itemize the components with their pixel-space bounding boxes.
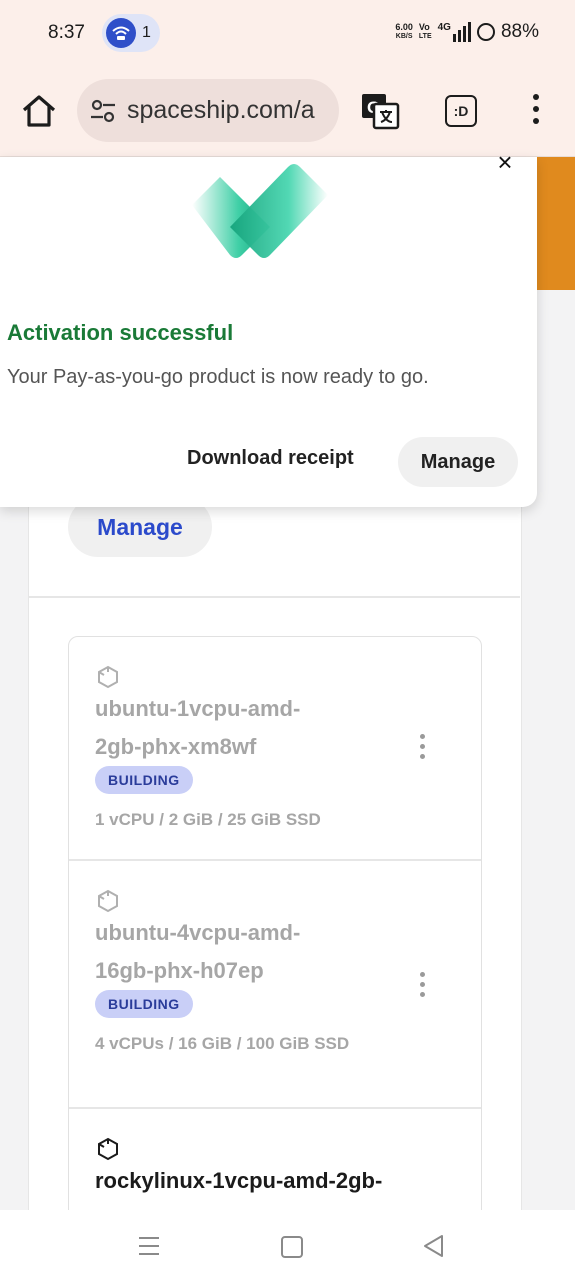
- volte-bottom: LTE: [418, 33, 432, 40]
- battery-icon: [476, 23, 495, 41]
- server-options-button[interactable]: [418, 734, 426, 764]
- kebab-dot-icon: [419, 972, 425, 977]
- url-text: spaceship.com/a: [127, 96, 315, 124]
- hotspot-icon: [106, 18, 136, 48]
- hotspot-indicator[interactable]: 1: [102, 14, 160, 52]
- server-specs: 4 vCPUs / 16 GiB / 100 GiB SSD: [95, 1034, 350, 1053]
- server-card[interactable]: ubuntu-1vcpu-amd- 2gb-phx-xm8wf BUILDING…: [69, 637, 481, 861]
- home-icon: [22, 95, 56, 127]
- net-speed-value: 6.00: [395, 22, 413, 32]
- checkmark-logo-icon: [192, 164, 328, 258]
- divider: [28, 596, 520, 598]
- popup-manage-button[interactable]: Manage: [398, 437, 518, 487]
- translate-icon: G: [362, 94, 400, 130]
- status-bar: 8:37 1 6.00 KB/S Vo LTE 4G 88%: [0, 0, 575, 66]
- browser-toolbar: spaceship.com/a G :D: [0, 66, 575, 157]
- kebab-dot-icon: [419, 992, 425, 997]
- translate-button[interactable]: G: [360, 92, 400, 130]
- extension-button[interactable]: :D: [445, 95, 477, 127]
- server-name-line2: 16gb-phx-h07ep: [95, 958, 264, 983]
- close-icon[interactable]: ×: [494, 149, 516, 175]
- menu-dot-icon: [533, 94, 539, 100]
- server-name[interactable]: ubuntu-4vcpu-amd- 16gb-phx-h07ep: [95, 914, 395, 990]
- server-cube-icon: [98, 1137, 118, 1161]
- net-speed-unit: KB/S: [395, 33, 413, 40]
- kebab-dot-icon: [419, 744, 425, 749]
- server-card[interactable]: rockylinux-1vcpu-amd-2gb-: [69, 1109, 481, 1210]
- server-name-line1: ubuntu-1vcpu-amd-: [95, 696, 301, 721]
- network-type: 4G: [437, 22, 451, 33]
- address-bar[interactable]: spaceship.com/a: [77, 79, 339, 142]
- status-time: 8:37: [48, 22, 85, 43]
- hotspot-count: 1: [142, 24, 151, 41]
- volte-top: Vo: [418, 22, 430, 32]
- server-card[interactable]: ubuntu-4vcpu-amd- 16gb-phx-h07ep BUILDIN…: [69, 861, 481, 1109]
- server-name[interactable]: ubuntu-1vcpu-amd- 2gb-phx-xm8wf: [95, 690, 395, 766]
- server-name-line2: 2gb-phx-xm8wf: [95, 734, 257, 759]
- server-list: ubuntu-1vcpu-amd- 2gb-phx-xm8wf BUILDING…: [68, 636, 482, 1210]
- server-name-line1: ubuntu-4vcpu-amd-: [95, 920, 301, 945]
- kebab-dot-icon: [419, 734, 425, 739]
- popup-message: Your Pay-as-you-go product is now ready …: [7, 366, 429, 388]
- server-name-line1: rockylinux-1vcpu-amd-2gb-: [95, 1168, 383, 1193]
- system-nav-bar: [0, 1210, 575, 1280]
- browser-menu-button[interactable]: [528, 94, 544, 128]
- home-nav-icon[interactable]: [281, 1236, 303, 1258]
- activation-popup: × Activation successful Your Pay-as-you-…: [0, 149, 537, 507]
- menu-dot-icon: [533, 106, 539, 112]
- server-options-button[interactable]: [418, 972, 426, 1002]
- net-speed: 6.00 KB/S: [395, 23, 413, 41]
- recent-apps-icon[interactable]: [138, 1235, 160, 1257]
- status-badge: BUILDING: [95, 990, 193, 1018]
- server-cube-icon: [98, 665, 118, 689]
- status-badge: BUILDING: [95, 766, 193, 794]
- orange-banner-edge: [537, 157, 575, 290]
- status-icons: 6.00 KB/S Vo LTE 4G 88%: [395, 21, 539, 43]
- kebab-dot-icon: [419, 754, 425, 759]
- home-button[interactable]: [20, 92, 58, 130]
- site-settings-icon[interactable]: [89, 97, 117, 125]
- server-specs: 1 vCPU / 2 GiB / 25 GiB SSD: [95, 810, 321, 829]
- menu-dot-icon: [533, 118, 539, 124]
- download-receipt-button[interactable]: Download receipt: [187, 447, 354, 470]
- back-icon[interactable]: [422, 1234, 444, 1258]
- server-cube-icon: [98, 889, 118, 913]
- volte-icon: Vo LTE: [419, 23, 432, 41]
- popup-title: Activation successful: [7, 320, 234, 345]
- kebab-dot-icon: [419, 982, 425, 987]
- battery-level: 88%: [500, 21, 539, 42]
- signal-icon: 4G: [438, 22, 471, 42]
- server-name[interactable]: rockylinux-1vcpu-amd-2gb-: [95, 1162, 455, 1200]
